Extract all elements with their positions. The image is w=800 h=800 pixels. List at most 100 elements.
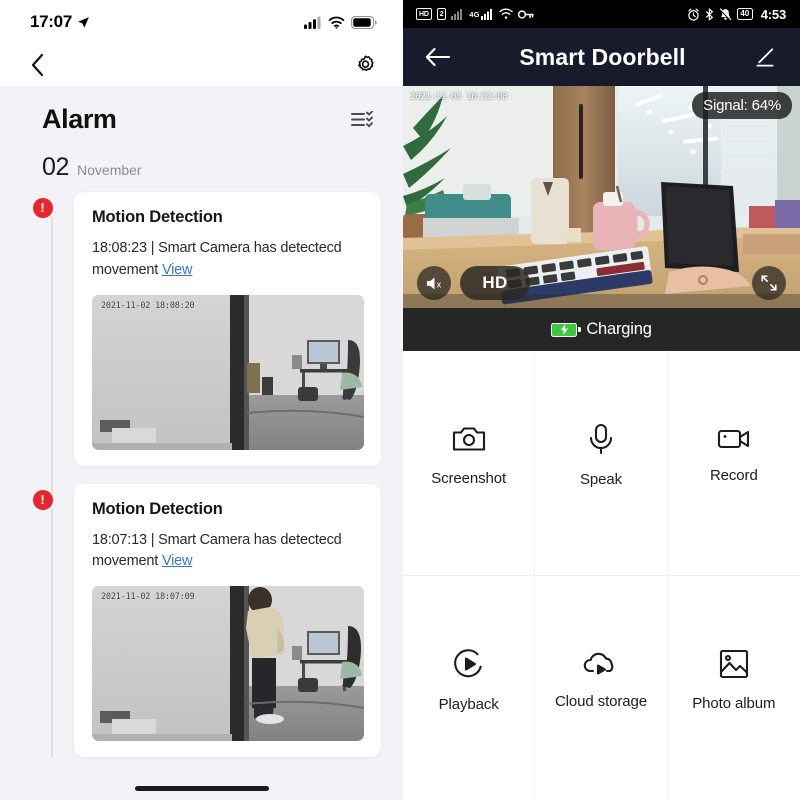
ios-nav-bar <box>0 44 403 86</box>
view-link[interactable]: View <box>162 553 193 569</box>
alert-badge-char: ! <box>40 491 45 507</box>
charging-label: Charging <box>586 320 652 338</box>
dual-phone-screenshot: 17:07 Alarm 02 November ! Motion Detecti… <box>0 0 800 800</box>
action-label: Record <box>709 467 758 485</box>
event-heading: Motion Detection <box>92 499 223 518</box>
home-indicator[interactable] <box>134 786 269 791</box>
battery-charging-icon <box>551 322 581 337</box>
status-bar-time-group: 17:07 <box>30 12 90 32</box>
arrow-left-icon <box>425 47 451 67</box>
video-camera-icon <box>717 430 749 449</box>
thumbnail-timestamp: 2021-11-02 18:08:20 <box>101 300 195 311</box>
right-phone-doorbell-screen: HD 2 4G 40 4:53 Smart Doorbell 2021-11-0… <box>403 0 800 800</box>
video-controls: x HD <box>403 266 800 300</box>
svg-text:x: x <box>436 280 441 290</box>
action-cloud-storage[interactable]: Cloud storage <box>535 575 668 800</box>
action-record[interactable]: Record <box>667 351 800 576</box>
signal-strength-badge: Signal: 64% <box>692 92 792 119</box>
action-photo-album[interactable]: Photo album <box>668 576 800 800</box>
action-label: Screenshot <box>431 470 507 488</box>
chevron-left-icon <box>31 53 44 77</box>
signal-bars-weak-icon <box>451 9 463 20</box>
page-title: Alarm <box>42 104 117 134</box>
battery-icon <box>351 15 377 29</box>
bluetooth-icon <box>705 8 713 20</box>
gear-icon <box>358 54 374 71</box>
action-label: Speak <box>579 471 623 489</box>
thumbnail-snapshot <box>92 586 364 741</box>
alert-exclamation-icon: ! <box>32 198 53 218</box>
page-title: Smart Doorbell <box>519 43 686 70</box>
edit-button[interactable] <box>755 47 776 68</box>
event-description: 18:07:13 | Smart Camera has detectecd mo… <box>92 530 363 574</box>
android-status-bar: HD 2 4G 40 4:53 <box>403 0 800 28</box>
action-screenshot[interactable]: Screenshot <box>403 351 536 576</box>
wifi-icon <box>499 8 514 19</box>
back-button[interactable] <box>425 47 451 67</box>
live-video-feed[interactable]: 2021-11-05 16:52:08 Signal: 64% x HD <box>403 86 800 308</box>
filter-button[interactable] <box>347 107 377 132</box>
app-title-bar: Smart Doorbell <box>403 28 800 86</box>
pencil-edit-icon <box>756 47 774 67</box>
date-month: November <box>77 162 142 178</box>
ios-status-bar: 17:07 <box>0 0 403 44</box>
alarm-clock-icon <box>688 8 699 21</box>
thumbnail-snapshot <box>92 294 364 450</box>
battery-level-badge: 40 <box>736 8 753 20</box>
thumbnail-timestamp: 2021-11-02 18:07:09 <box>101 592 195 602</box>
action-playback[interactable]: Playback <box>403 575 536 800</box>
alert-badge-char: ! <box>40 200 45 215</box>
status-bar-indicators <box>304 15 377 29</box>
status-bar-time: 17:07 <box>30 12 72 31</box>
event-separator: | <box>150 240 155 256</box>
location-arrow-icon <box>78 16 89 28</box>
alarm-event-card[interactable]: Motion Detection 18:08:23 | Smart Camera… <box>74 192 381 466</box>
video-quality-button[interactable]: HD <box>460 266 530 300</box>
fullscreen-button[interactable] <box>752 266 786 300</box>
cellular-bars-icon <box>304 16 321 29</box>
settings-button[interactable] <box>354 54 377 77</box>
event-time: 18:07:13 <box>92 531 147 548</box>
date-header: 02 November <box>0 135 403 192</box>
event-thumbnail[interactable]: 2021-11-02 18:08:20 <box>92 294 364 450</box>
event-timeline: ! Motion Detection 18:08:23 | Smart Came… <box>0 192 403 757</box>
back-button[interactable] <box>30 53 45 77</box>
list-item[interactable]: ! Motion Detection 18:08:23 | Smart Came… <box>32 192 403 466</box>
date-day: 02 <box>42 153 70 181</box>
speaker-muted-icon: x <box>426 276 441 290</box>
action-speak[interactable]: Speak <box>535 351 668 576</box>
action-label: Cloud storage <box>554 693 648 711</box>
action-label: Photo album <box>692 695 776 713</box>
image-frame-icon <box>719 650 748 679</box>
list-item[interactable]: ! Motion Detection 18:07:13 | Smart Came… <box>32 483 403 757</box>
status-bar-left-icons: HD 2 4G <box>416 8 535 20</box>
microphone-icon <box>589 424 613 455</box>
checklist-filter-icon <box>351 110 373 128</box>
bell-muted-icon <box>719 7 732 21</box>
dual-sim-badge-icon: 2 <box>436 8 447 20</box>
video-timestamp: 2021-11-05 16:52:08 <box>410 92 508 102</box>
camera-icon <box>452 427 485 451</box>
event-separator: | <box>150 531 155 548</box>
signal-bars-icon <box>481 9 493 20</box>
fullscreen-expand-icon <box>761 275 777 291</box>
network-type-label: 4G <box>469 9 480 19</box>
view-link[interactable]: View <box>162 262 193 278</box>
action-grid: Screenshot Speak Record Playback Cloud s… <box>403 351 800 800</box>
event-heading: Motion Detection <box>92 208 223 226</box>
left-phone-alarm-screen: 17:07 Alarm 02 November ! Motion Detecti… <box>0 0 403 800</box>
event-time: 18:08:23 <box>92 240 147 256</box>
mute-toggle-button[interactable]: x <box>417 266 451 300</box>
event-description: 18:08:23 | Smart Camera has detectecd mo… <box>92 238 363 282</box>
charging-status-bar: Charging <box>403 308 800 351</box>
cloud-play-icon <box>583 653 614 675</box>
action-label: Playback <box>438 696 499 714</box>
event-thumbnail[interactable]: 2021-11-02 18:07:09 <box>92 586 364 741</box>
alarm-event-card[interactable]: Motion Detection 18:07:13 | Smart Camera… <box>74 483 381 757</box>
play-circle-icon <box>453 649 482 678</box>
alarm-list-area: Alarm 02 November ! Motion Detection 18:… <box>0 86 403 800</box>
wifi-icon <box>328 16 345 28</box>
vpn-key-icon <box>518 9 535 19</box>
hd-badge-icon: HD <box>416 8 432 20</box>
status-bar-right-icons: 40 4:53 <box>687 7 786 22</box>
